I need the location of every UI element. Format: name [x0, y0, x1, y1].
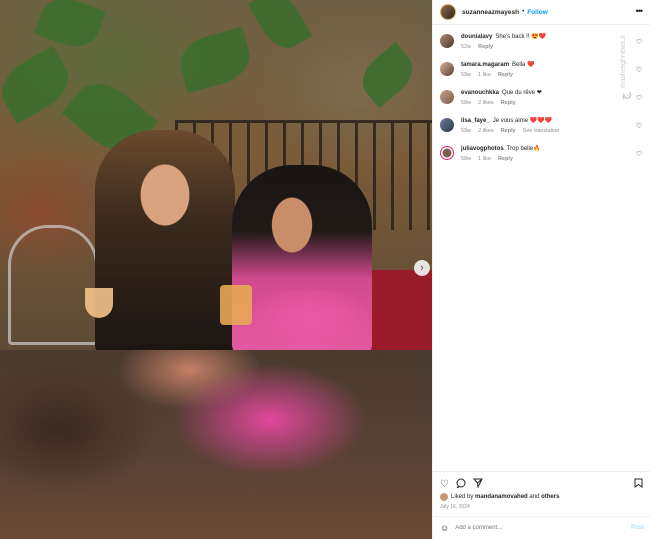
comment-username[interactable]: juliavogphotos [461, 146, 504, 152]
comment-item: lisa_faye_ Je vous aime ❤️❤️❤️ 59w 2 likes… [440, 117, 642, 134]
comment-username[interactable]: dounialavy [461, 34, 492, 40]
post-photo[interactable]: › [0, 0, 432, 539]
post-username[interactable]: suzanneazmayesh [462, 9, 519, 16]
comment-item: evanouchkka Que du rêve ❤ 58w 2 likes Reply… [440, 89, 642, 106]
post-button[interactable]: Post [631, 525, 644, 531]
comment-text: She's back !! 😍❤️ [495, 34, 547, 40]
comment-likes[interactable]: 1 like [478, 156, 491, 162]
heart-icon[interactable]: ♡ [440, 479, 449, 490]
post-date[interactable]: July 16, 2024 [440, 504, 470, 510]
comment-input[interactable] [455, 525, 631, 531]
avatar[interactable] [440, 146, 454, 160]
avatar[interactable] [440, 493, 448, 501]
comment-text: Que du rêve ❤ [502, 90, 542, 96]
comment-likes[interactable]: 2 likes [478, 100, 494, 106]
heart-icon[interactable]: ♡ [636, 38, 642, 46]
follow-button[interactable]: Follow [527, 9, 548, 16]
avatar[interactable] [440, 118, 454, 132]
separator-dot: • [522, 9, 525, 15]
wine-glass [85, 288, 113, 318]
person-left [95, 130, 235, 355]
comment-username[interactable]: tamara.magaram [461, 62, 509, 68]
comment-time[interactable]: 58w [461, 156, 471, 162]
avatar[interactable] [440, 90, 454, 104]
comment-time[interactable]: 59w [461, 72, 471, 78]
comment-likes[interactable]: 1 like [478, 72, 491, 78]
chevron-right-icon[interactable]: › [414, 260, 430, 276]
post-side-panel: suzanneazmayesh • Follow ••• ج mashreghn… [432, 0, 650, 539]
reply-button[interactable]: Reply [501, 100, 516, 106]
heart-icon[interactable]: ♡ [636, 150, 642, 158]
comment-list: dounialavy She's back !! 😍❤️ 52w Reply ♡ t… [433, 25, 650, 162]
comment-text: Trop belle🔥 [506, 146, 541, 152]
white-chair [8, 225, 98, 345]
comment-composer: ☺ Post [433, 516, 650, 539]
bookmark-icon[interactable] [634, 478, 643, 491]
comment-likes[interactable]: 2 likes [478, 128, 494, 134]
likes-and: and [529, 494, 540, 500]
comment-time[interactable]: 58w [461, 100, 471, 106]
liker-username[interactable]: mandanamovahed [475, 494, 528, 500]
emoji-icon[interactable]: ☺ [440, 523, 449, 533]
reply-button[interactable]: Reply [498, 72, 513, 78]
avatar[interactable] [440, 4, 456, 20]
likes-summary: Liked by mandanamovahed and others [440, 493, 559, 501]
comment-item: juliavogphotos Trop belle🔥 58w 1 like Reply… [440, 145, 642, 162]
heart-icon[interactable]: ♡ [636, 66, 642, 74]
comment-username[interactable]: evanouchkka [461, 90, 499, 96]
share-icon[interactable] [472, 478, 483, 491]
comment-text: Bella ❤️ [512, 62, 535, 68]
comment-item: tamara.magaram Bella ❤️ 59w 1 like Reply ♡ [440, 61, 642, 78]
likes-others-link[interactable]: others [541, 494, 559, 500]
avatar[interactable] [440, 34, 454, 48]
heart-icon[interactable]: ♡ [636, 94, 642, 102]
blurred-region [240, 290, 380, 352]
comment-icon[interactable] [456, 478, 466, 491]
avatar[interactable] [440, 62, 454, 76]
comment-time[interactable]: 52w [461, 44, 471, 50]
action-bar: ♡ [433, 471, 650, 491]
see-translation-link[interactable]: See translation [523, 128, 560, 134]
reply-button[interactable]: Reply [478, 44, 493, 50]
watermark: ج mashreghnews.ir [617, 10, 645, 100]
heart-icon[interactable]: ♡ [636, 122, 642, 130]
blurred-region [0, 350, 432, 539]
comment-time[interactable]: 59w [461, 128, 471, 134]
reply-button[interactable]: Reply [498, 156, 513, 162]
comment-username[interactable]: lisa_faye_ [461, 118, 490, 124]
comment-text: Je vous aime ❤️❤️❤️ [492, 118, 553, 124]
likes-prefix: Liked by [451, 494, 474, 500]
reply-button[interactable]: Reply [501, 128, 516, 134]
comment-item: dounialavy She's back !! 😍❤️ 52w Reply ♡ [440, 33, 642, 50]
